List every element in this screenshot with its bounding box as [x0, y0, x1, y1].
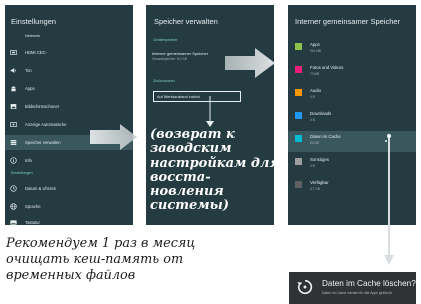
storage-category-row[interactable]: Daten im Cache 83 MB: [288, 131, 416, 152]
settings-item-info[interactable]: Info: [5, 153, 133, 168]
settings-item-apps[interactable]: Apps: [5, 81, 133, 96]
android-icon: [10, 85, 17, 92]
factory-reset-button[interactable]: Auf Werkszustand zurück: [153, 91, 241, 102]
settings-item-label: Ton: [25, 68, 32, 73]
info-icon: [10, 157, 17, 164]
settings-item-network[interactable]: Netzwerk: [5, 32, 133, 40]
settings-item-label: Apps: [25, 86, 35, 91]
internal-storage-title: Interner gemeinsamer Speicher: [152, 51, 209, 56]
settings-item-label: Tastatur: [25, 220, 40, 225]
category-name: Daten im Cache: [310, 134, 341, 139]
category-size: 83 MB: [310, 141, 320, 145]
category-size: 0 B: [310, 95, 315, 99]
category-color-swatch: [295, 43, 302, 50]
globe-icon: [10, 203, 17, 210]
category-name: Verfügbar: [310, 180, 329, 185]
keyboard-icon: [10, 219, 17, 225]
internal-storage-panel-title: Interner gemeinsamer Speicher: [295, 17, 401, 26]
category-name: Downloads: [310, 111, 332, 116]
screensaver-icon: [10, 103, 17, 110]
category-color-swatch: [295, 89, 302, 96]
category-color-swatch: [295, 112, 302, 119]
settings-item-label: Sprache: [25, 204, 41, 209]
storage-category-row[interactable]: Verfügbar 5,7 GB: [288, 177, 416, 198]
category-size: 0 B: [310, 164, 315, 168]
settings-item-label: Anzeige Automatische: [25, 122, 67, 127]
settings-item-storage[interactable]: Speicher verwalten: [5, 135, 133, 150]
internal-storage-total: Gesamtspeicher: 8,0 GB: [152, 57, 187, 61]
storage-category-row[interactable]: Audio 0 B: [288, 85, 416, 106]
category-color-swatch: [295, 66, 302, 73]
speaker-icon: [10, 67, 17, 74]
category-color-swatch: [295, 135, 302, 142]
settings-item-datetime[interactable]: Datum & Uhrzeit: [5, 181, 133, 196]
clock-icon: [10, 185, 17, 192]
settings-item-display[interactable]: Anzeige Automatische: [5, 117, 133, 132]
internal-storage-panel: Interner gemeinsamer Speicher Apps 941 MB…: [288, 5, 416, 225]
display-icon: [10, 121, 17, 128]
settings-item-screensaver[interactable]: Bildschirmschoner: [5, 99, 133, 114]
category-color-swatch: [295, 181, 302, 188]
category-size: 0 B: [310, 118, 315, 122]
category-name: Sonstiges: [310, 157, 329, 162]
clear-cache-icon: [297, 279, 313, 295]
category-name: Apps: [310, 42, 320, 47]
clear-cache-dialog[interactable]: Daten im Cache löschen? Daten im Cache w…: [289, 272, 416, 304]
category-name: Fotos und Videos: [310, 65, 344, 70]
cache-recommendation-note: Рекомендуем 1 раз в месяц очищать кеш-па…: [6, 236, 196, 283]
internal-storage-entry[interactable]: Interner gemeinsamer Speicher Gesamtspei…: [152, 51, 270, 61]
storage-category-row[interactable]: Apps 941 MB: [288, 39, 416, 60]
storage-category-row[interactable]: Sonstiges 0 B: [288, 154, 416, 175]
settings-item-label: Bildschirmschoner: [25, 104, 60, 109]
settings-item-keyboard[interactable]: Tastatur: [5, 215, 133, 225]
storage-icon: [10, 139, 17, 146]
category-color-swatch: [295, 158, 302, 165]
factory-reset-annotation: (возврат к заводским настройкам для восс…: [150, 127, 280, 214]
category-size: 73 MB: [310, 72, 320, 76]
settings-item-sound[interactable]: Ton: [5, 63, 133, 78]
settings-item-label: Speicher verwalten: [25, 140, 61, 145]
settings-item-label: Info: [25, 158, 32, 163]
storage-category-row[interactable]: Fotos und Videos 73 MB: [288, 62, 416, 83]
dialog-subtitle: Daten im Cache werden für alle Apps gelö…: [322, 291, 393, 295]
settings-item-label: Netzwerk: [25, 34, 40, 38]
dialog-title: Daten im Cache löschen?: [322, 279, 416, 288]
settings-item-language[interactable]: Sprache: [5, 199, 133, 214]
reset-section: Zurücksetzen: [153, 79, 175, 83]
category-size: 941 MB: [310, 49, 321, 53]
selection-dot: [385, 140, 387, 142]
device-storage-section: Gerätespeicher: [153, 38, 178, 42]
settings-panel: Einstellungen Netzwerk HDMI CEC- Ton App…: [5, 5, 133, 225]
settings-item-label: Datum & Uhrzeit: [25, 186, 56, 191]
hdmi-icon: [10, 49, 17, 56]
category-size: 5,7 GB: [310, 187, 320, 191]
category-name: Audio: [310, 88, 321, 93]
settings-item-label: HDMI CEC-: [25, 50, 48, 55]
settings-item-hdmi-cec[interactable]: HDMI CEC-: [5, 45, 133, 60]
storage-category-row[interactable]: Downloads 0 B: [288, 108, 416, 129]
settings-section-label: Einstellungen: [11, 171, 33, 175]
storage-title: Speicher verwalten: [154, 17, 218, 26]
